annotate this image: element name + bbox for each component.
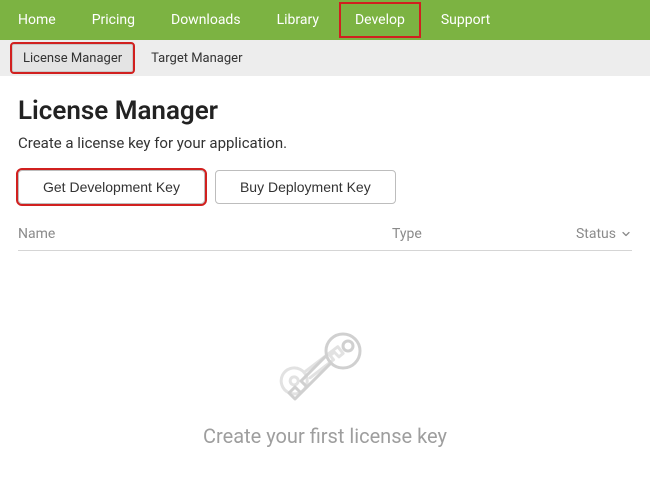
- main-content: License Manager Create a license key for…: [0, 76, 650, 448]
- table-header: Name Type Status: [18, 226, 632, 251]
- tab-license-manager[interactable]: License Manager: [12, 44, 133, 72]
- chevron-down-icon: [620, 228, 632, 240]
- top-nav: Home Pricing Downloads Library Develop S…: [0, 0, 650, 40]
- tab-target-manager[interactable]: Target Manager: [141, 44, 252, 72]
- empty-message: Create your first license key: [18, 424, 632, 448]
- empty-state: Create your first license key: [18, 321, 632, 448]
- nav-home[interactable]: Home: [0, 0, 74, 40]
- nav-downloads[interactable]: Downloads: [153, 0, 259, 40]
- nav-support[interactable]: Support: [423, 0, 508, 40]
- buy-deployment-key-button[interactable]: Buy Deployment Key: [215, 170, 396, 204]
- nav-develop[interactable]: Develop: [337, 0, 423, 40]
- column-status-label: Status: [576, 226, 616, 242]
- button-row: Get Development Key Buy Deployment Key: [18, 170, 632, 204]
- column-status[interactable]: Status: [552, 226, 632, 242]
- nav-library[interactable]: Library: [259, 0, 337, 40]
- page-title: License Manager: [18, 96, 632, 126]
- get-development-key-button[interactable]: Get Development Key: [18, 170, 205, 204]
- nav-pricing[interactable]: Pricing: [74, 0, 153, 40]
- column-type[interactable]: Type: [392, 226, 552, 242]
- sub-nav: License Manager Target Manager: [0, 40, 650, 76]
- column-name[interactable]: Name: [18, 226, 392, 242]
- keys-icon: [265, 321, 385, 410]
- page-subtitle: Create a license key for your applicatio…: [18, 134, 632, 152]
